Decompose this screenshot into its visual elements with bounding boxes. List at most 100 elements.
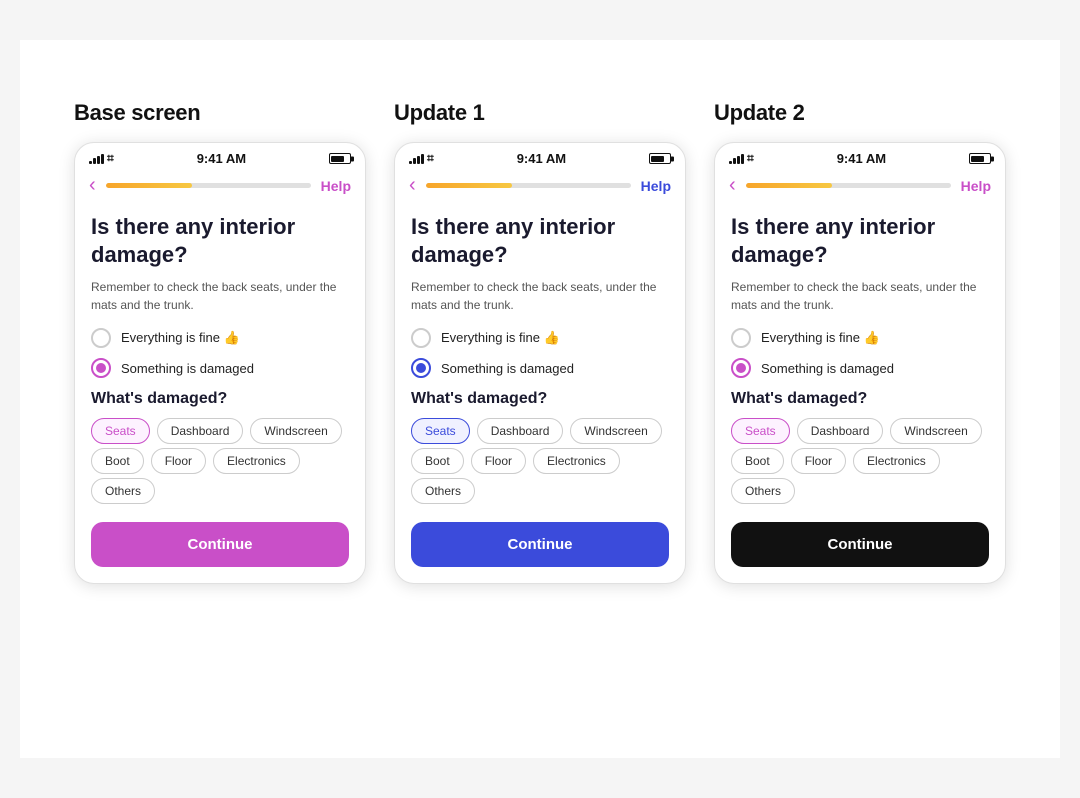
phone-frame-1: ⌗ 9:41 AM ‹ Help Is there any interior dam… [394, 142, 686, 584]
progress-fill-1 [426, 183, 512, 188]
status-left-2: ⌗ [729, 151, 754, 166]
battery-icon-2 [969, 153, 991, 164]
status-bar-2: ⌗ 9:41 AM [715, 143, 1005, 170]
status-right-0 [329, 153, 351, 164]
chip-0-1[interactable]: Dashboard [157, 418, 244, 444]
progress-bar-2 [746, 183, 951, 188]
chip-0-0[interactable]: Seats [91, 418, 150, 444]
chips-row2-0: Boot Floor Electronics [91, 448, 349, 474]
section-title-2: What's damaged? [731, 390, 989, 408]
radio-circle-2-0 [731, 328, 751, 348]
battery-icon-0 [329, 153, 351, 164]
chip-0-2[interactable]: Windscreen [250, 418, 341, 444]
question-sub-2: Remember to check the back seats, under … [731, 278, 989, 314]
status-time-2: 9:41 AM [837, 151, 886, 166]
chips-row1-1: Seats DashboardWindscreen [411, 418, 669, 444]
radio-label-2-0: Everything is fine 👍 [761, 330, 880, 346]
chips-row3-0: Others [91, 478, 349, 504]
radio-label-1-1: Something is damaged [441, 361, 574, 376]
status-left-1: ⌗ [409, 151, 434, 166]
radio-label-0-1: Something is damaged [121, 361, 254, 376]
progress-fill-0 [106, 183, 192, 188]
radio-label-0-0: Everything is fine 👍 [121, 330, 240, 346]
radio-option-2-0[interactable]: Everything is fine 👍 [731, 328, 989, 348]
chip-2-2[interactable]: Windscreen [890, 418, 981, 444]
radio-option-1-0[interactable]: Everything is fine 👍 [411, 328, 669, 348]
screen-column-2: Update 2 ⌗ 9:41 AM ‹ Help Is there any int… [714, 100, 1006, 584]
chip-0-3[interactable]: Boot [91, 448, 144, 474]
status-bar-1: ⌗ 9:41 AM [395, 143, 685, 170]
nav-bar-0: ‹ Help [75, 170, 365, 203]
back-button-2[interactable]: ‹ [729, 174, 736, 197]
phone-frame-2: ⌗ 9:41 AM ‹ Help Is there any interior dam… [714, 142, 1006, 584]
chip-1-0[interactable]: Seats [411, 418, 470, 444]
section-title-0: What's damaged? [91, 390, 349, 408]
battery-fill-1 [651, 156, 664, 162]
question-title-1: Is there any interior damage? [411, 213, 669, 268]
radio-option-2-1[interactable]: Something is damaged [731, 358, 989, 378]
signal-icon-0 [89, 154, 104, 164]
chip-2-6[interactable]: Others [731, 478, 795, 504]
status-time-0: 9:41 AM [197, 151, 246, 166]
battery-fill-0 [331, 156, 344, 162]
chip-1-2[interactable]: Windscreen [570, 418, 661, 444]
chips-row2-1: Boot Floor Electronics [411, 448, 669, 474]
radio-option-0-0[interactable]: Everything is fine 👍 [91, 328, 349, 348]
chip-0-6[interactable]: Others [91, 478, 155, 504]
chip-1-1[interactable]: Dashboard [477, 418, 564, 444]
progress-bar-0 [106, 183, 311, 188]
phone-frame-0: ⌗ 9:41 AM ‹HelpIs there any interior dam… [74, 142, 366, 584]
radio-label-1-0: Everything is fine 👍 [441, 330, 560, 346]
chip-0-4[interactable]: Floor [151, 448, 206, 474]
phone-content-2: Is there any interior damage? Remember to… [715, 203, 1005, 583]
back-button-0[interactable]: ‹ [89, 174, 96, 197]
chip-0-5[interactable]: Electronics [213, 448, 300, 474]
radio-option-1-1[interactable]: Something is damaged [411, 358, 669, 378]
help-button-1[interactable]: Help [641, 178, 671, 194]
wifi-icon-1: ⌗ [427, 151, 434, 166]
help-button-0[interactable]: Help [321, 178, 351, 194]
chip-1-6[interactable]: Others [411, 478, 475, 504]
chip-2-5[interactable]: Electronics [853, 448, 940, 474]
radio-circle-0-1 [91, 358, 111, 378]
chips-row3-2: Others [731, 478, 989, 504]
screen-heading-2: Update 2 [714, 100, 805, 126]
wifi-icon-2: ⌗ [747, 151, 754, 166]
continue-button-0[interactable]: Continue [91, 522, 349, 567]
chip-2-0[interactable]: Seats [731, 418, 790, 444]
question-sub-1: Remember to check the back seats, under … [411, 278, 669, 314]
chip-1-5[interactable]: Electronics [533, 448, 620, 474]
signal-icon-2 [729, 154, 744, 164]
status-right-2 [969, 153, 991, 164]
page-wrapper: Base screen ⌗ 9:41 AM ‹HelpIs there any … [20, 40, 1060, 758]
progress-fill-2 [746, 183, 832, 188]
wifi-icon-0: ⌗ [107, 151, 114, 166]
status-right-1 [649, 153, 671, 164]
question-title-2: Is there any interior damage? [731, 213, 989, 268]
help-button-2[interactable]: Help [961, 178, 991, 194]
radio-label-2-1: Something is damaged [761, 361, 894, 376]
radio-circle-1-0 [411, 328, 431, 348]
continue-button-2[interactable]: Continue [731, 522, 989, 567]
chip-1-4[interactable]: Floor [471, 448, 526, 474]
chip-2-3[interactable]: Boot [731, 448, 784, 474]
continue-button-1[interactable]: Continue [411, 522, 669, 567]
screen-column-0: Base screen ⌗ 9:41 AM ‹HelpIs there any … [74, 100, 366, 584]
back-button-1[interactable]: ‹ [409, 174, 416, 197]
chips-row3-1: Others [411, 478, 669, 504]
screen-heading-1: Update 1 [394, 100, 485, 126]
question-sub-0: Remember to check the back seats, under … [91, 278, 349, 314]
chip-2-1[interactable]: Dashboard [797, 418, 884, 444]
chips-row2-2: Boot Floor Electronics [731, 448, 989, 474]
battery-icon-1 [649, 153, 671, 164]
nav-bar-1: ‹ Help [395, 170, 685, 203]
progress-bar-1 [426, 183, 631, 188]
section-title-1: What's damaged? [411, 390, 669, 408]
nav-bar-2: ‹ Help [715, 170, 1005, 203]
chip-2-4[interactable]: Floor [791, 448, 846, 474]
radio-option-0-1[interactable]: Something is damaged [91, 358, 349, 378]
chip-1-3[interactable]: Boot [411, 448, 464, 474]
status-time-1: 9:41 AM [517, 151, 566, 166]
signal-icon-1 [409, 154, 424, 164]
chips-row1-2: Seats DashboardWindscreen [731, 418, 989, 444]
